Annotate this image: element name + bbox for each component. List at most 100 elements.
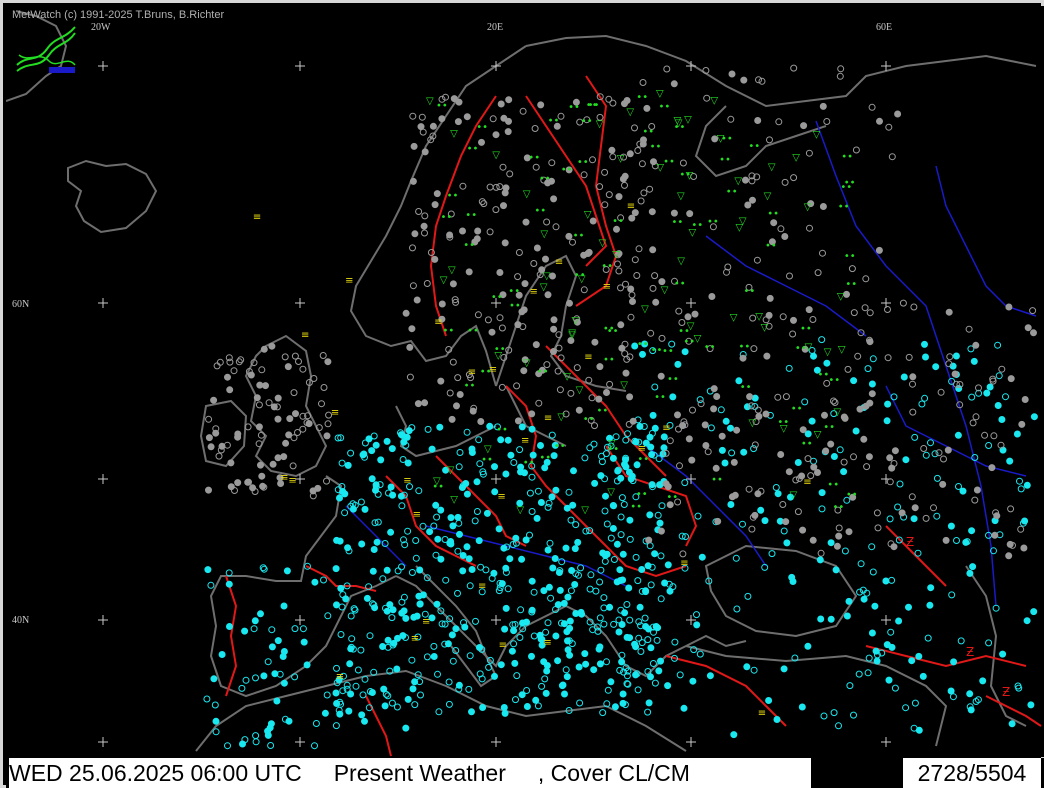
station-circle-icon: [882, 577, 890, 585]
station-circle-icon: [823, 359, 831, 367]
station-circle-icon: [651, 424, 659, 432]
station-circle-icon: [537, 499, 545, 506]
rain-shower-icon: ••: [663, 157, 675, 168]
station-circle-icon: [950, 658, 958, 666]
station-circle-icon: [718, 432, 726, 440]
station-circle-icon: [915, 652, 923, 660]
station-circle-icon: [551, 555, 559, 562]
station-circle-icon: [645, 536, 653, 544]
station-circle-icon: [468, 708, 475, 716]
station-circle-icon: [603, 389, 610, 396]
station-circle-icon: [550, 325, 558, 333]
rain-shower-icon: ••: [765, 240, 777, 251]
station-circle-icon: [502, 604, 510, 612]
station-circle-icon: [652, 298, 660, 306]
station-circle-icon: [283, 567, 291, 575]
station-circle-icon: [259, 482, 267, 490]
station-circle-icon: [284, 363, 292, 371]
rain-shower-icon: ••: [748, 141, 760, 152]
station-circle-icon: [361, 505, 369, 513]
rain-shower-icon: ••: [601, 261, 613, 272]
station-circle-icon: [885, 676, 893, 684]
station-circle-icon: [468, 445, 476, 453]
station-circle-icon: [550, 316, 558, 324]
station-circle-icon: [469, 407, 477, 415]
station-circle-icon: [642, 623, 650, 630]
station-circle-icon: [369, 567, 377, 575]
station-circle-icon: [555, 569, 563, 576]
station-circle-icon: [478, 138, 485, 146]
rain-shower-icon: ▽: [710, 95, 718, 106]
station-circle-icon: [954, 431, 962, 439]
rain-shower-icon: ••: [523, 457, 535, 468]
station-circle-icon: [1013, 430, 1021, 438]
station-circle-icon: [1023, 481, 1031, 489]
station-circle-icon: [463, 490, 471, 498]
station-circle-icon: [234, 479, 242, 487]
weather-map[interactable]: •• ▽ •• •• ▽ ▽ •• ▽ ▽ ▽ •• •• ▽ •• ▽ •• ▽ •• ▽ •• •• •• •• ▽ •• •…: [6, 6, 1044, 757]
station-circle-icon: [873, 657, 881, 665]
station-circle-icon: [959, 487, 967, 495]
station-circle-icon: [728, 70, 736, 78]
rain-shower-icon: ••: [534, 206, 546, 217]
rain-shower-icon: ••: [636, 489, 648, 500]
station-circle-icon: [926, 601, 934, 609]
fog-icon: ≡: [422, 616, 430, 627]
station-circle-icon: [332, 565, 340, 573]
rain-shower-icon: ▽: [641, 304, 649, 315]
station-circle-icon: [463, 543, 471, 551]
station-circle-icon: [285, 717, 293, 725]
station-circle-icon: [617, 321, 625, 329]
rain-shower-icon: ••: [674, 279, 686, 290]
rain-shower-icon: ••: [838, 202, 850, 213]
station-circle-icon: [621, 609, 629, 617]
rain-shower-icon: ▽: [607, 487, 615, 498]
station-circle-icon: [337, 584, 345, 592]
station-circle-icon: [581, 650, 589, 658]
rain-shower-icon: ▽: [557, 412, 565, 423]
station-circle-icon: [932, 363, 940, 371]
grid-label-20e: 20E: [487, 22, 504, 33]
rain-shower-icon: ••: [539, 173, 551, 184]
station-circle-icon: [619, 550, 627, 558]
station-circle-icon: [358, 540, 366, 548]
station-circle-icon: [674, 411, 681, 419]
station-circle-icon: [744, 201, 752, 209]
station-circle-icon: [1005, 303, 1013, 311]
station-circle-icon: [479, 704, 487, 711]
station-circle-icon: [501, 189, 509, 197]
station-circle-icon: [205, 434, 213, 442]
rain-shower-icon: ▽: [516, 505, 524, 516]
station-circle-icon: [286, 415, 294, 423]
fog-icon: ≡: [288, 476, 296, 487]
station-circle-icon: [865, 453, 873, 461]
station-circle-icon: [799, 526, 807, 534]
station-circle-icon: [377, 456, 385, 464]
station-circle-icon: [638, 566, 646, 573]
station-circle-icon: [740, 76, 748, 84]
station-circle-icon: [596, 660, 604, 668]
rain-shower-icon: ▽: [620, 380, 628, 391]
station-circle-icon: [292, 410, 299, 418]
rain-shower-icon: ••: [607, 326, 619, 337]
station-circle-icon: [681, 348, 689, 356]
station-circle-icon: [827, 539, 835, 547]
rain-shower-icon: ••: [447, 191, 459, 202]
station-circle-icon: [528, 410, 536, 418]
station-circle-icon: [507, 451, 515, 459]
rain-shower-icon: ▽: [568, 330, 576, 341]
station-circle-icon: [521, 280, 529, 288]
station-circle-icon: [710, 405, 718, 413]
station-circle-icon: [597, 472, 605, 480]
station-circle-icon: [280, 648, 288, 655]
rain-shower-icon: ▽: [780, 423, 788, 434]
station-circle-icon: [942, 536, 950, 544]
station-circle-icon: [680, 704, 688, 712]
station-circle-icon: [751, 511, 759, 519]
station-circle-icon: [332, 689, 340, 697]
station-circle-icon: [381, 702, 389, 710]
rain-shower-icon: ▽: [450, 129, 458, 140]
station-circle-icon: [868, 629, 876, 637]
metwatch-logo-icon: [16, 26, 76, 73]
map-frame: •• ▽ •• •• ▽ ▽ •• ▽ ▽ ▽ •• •• ▽ •• ▽ •• ▽ •• ▽ •• •• •• •• ▽ •• •…: [0, 0, 1044, 788]
